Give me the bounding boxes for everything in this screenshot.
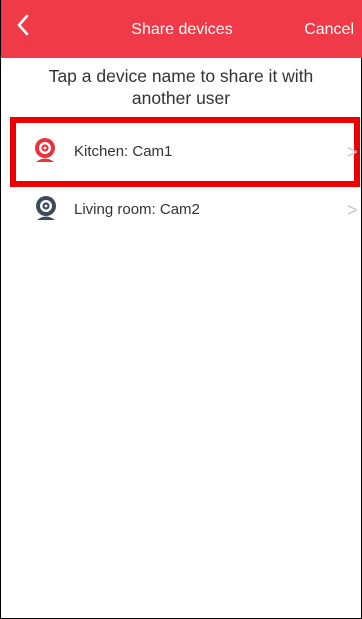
instruction-text: Tap a device name to share it with anoth… xyxy=(48,66,314,108)
chevron-right-icon: > xyxy=(347,200,358,220)
camera-icon xyxy=(36,196,56,220)
device-item-living-room-cam2[interactable]: Living room: Cam2 > xyxy=(1,188,362,240)
device-item-kitchen-cam1[interactable]: Kitchen: Cam1 > xyxy=(10,117,360,187)
device-label: Kitchen: Cam1 xyxy=(74,143,173,160)
device-label: Living room: Cam2 xyxy=(74,201,200,218)
nav-bar: Share devices Cancel xyxy=(1,0,362,58)
chevron-right-icon: > xyxy=(347,142,358,162)
screen: Share devices Cancel Tap a device name t… xyxy=(0,0,362,619)
cancel-button[interactable]: Cancel xyxy=(304,20,354,40)
camera-icon xyxy=(35,138,55,162)
